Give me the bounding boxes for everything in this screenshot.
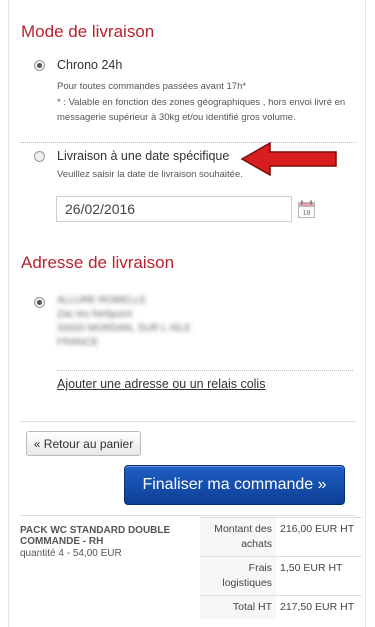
calendar-icon[interactable]: 18: [298, 200, 315, 218]
address-separator: [57, 370, 353, 371]
totals-value: 216,00 EUR HT: [276, 517, 362, 557]
address-line: Zac les Nettpoint: [57, 309, 133, 320]
address-radio[interactable]: [34, 297, 45, 308]
totals-value: 1,50 EUR HT: [276, 556, 362, 596]
chrono-label: Chrono 24h: [57, 58, 123, 72]
delivery-mode-title: Mode de livraison: [21, 22, 155, 41]
totals-value: 217,50 EUR HT: [276, 595, 362, 619]
product-name: PACK WC STANDARD DOUBLE COMMANDE - RH: [20, 525, 171, 547]
summary-divider: [20, 515, 356, 516]
address-line: ALLURE ROMELLE: [57, 295, 147, 306]
chrono-disclaimer-line2: messagerie supérieur à 30kg et/ou identi…: [57, 112, 296, 123]
divider: [20, 421, 356, 422]
specific-date-radio[interactable]: [34, 151, 45, 162]
table-row: Montant des achats 216,00 EUR HT: [200, 517, 362, 557]
totals-label: Total HT: [200, 595, 276, 619]
delivery-date-input[interactable]: [56, 196, 292, 222]
chrono-disclaimer-line1: * : Valable en fonction des zones géogra…: [57, 97, 346, 108]
calendar-day: 18: [303, 210, 311, 217]
specific-date-label: Livraison à une date spécifique: [57, 149, 230, 163]
finalize-order-button[interactable]: Finaliser ma commande »: [124, 465, 345, 505]
chrono-note: Pour toutes commandes passées avant 17h*: [57, 81, 247, 92]
red-arrow-left-icon: [240, 141, 337, 177]
back-to-cart-button[interactable]: « Retour au panier: [26, 431, 141, 456]
delivery-address-title: Adresse de livraison: [21, 253, 175, 272]
address-block: ALLURE ROMELLE Zac les Nettpoint 33420 M…: [57, 294, 191, 350]
add-address-link[interactable]: Ajouter une adresse ou un relais colis: [57, 377, 265, 391]
totals-label: Frais logistiques: [200, 556, 276, 596]
table-row: Frais logistiques 1,50 EUR HT: [200, 556, 362, 596]
chrono-radio[interactable]: [34, 60, 45, 71]
totals-table: Montant des achats 216,00 EUR HT Frais l…: [200, 517, 362, 619]
address-line: FRANCE: [57, 337, 99, 348]
totals-label: Montant des achats: [200, 517, 276, 557]
specific-date-hint: Veuillez saisir la date de livraison sou…: [57, 169, 243, 180]
table-row: Total HT 217,50 EUR HT: [200, 595, 362, 619]
address-line: 33420 MORDAN, SUR L ISLE: [57, 323, 192, 334]
product-quantity: quantité 4 - 54,00 EUR: [20, 548, 122, 559]
